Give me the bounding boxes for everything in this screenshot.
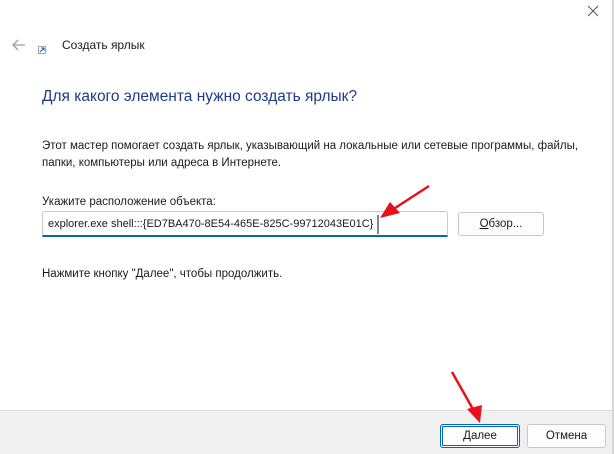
next-button-label: алее — [470, 430, 497, 442]
wizard-description: Этот мастер помогает создать ярлык, указ… — [42, 140, 579, 169]
wizard-header: Создать ярлык — [0, 30, 600, 60]
wizard-footer: Далее Отмена — [0, 410, 612, 454]
shortcut-wizard-icon — [38, 41, 48, 54]
browse-button[interactable]: Обзор... — [458, 212, 544, 236]
location-label: Укажите расположение объекта: — [42, 196, 216, 208]
continue-hint: Нажмите кнопку "Далее", чтобы продолжить… — [42, 268, 283, 280]
window-title: Создать ярлык — [62, 38, 145, 52]
create-shortcut-window: Создать ярлык Для какого элемента нужно … — [0, 0, 614, 454]
cancel-button[interactable]: Отмена — [527, 424, 606, 448]
next-button-accesskey: Д — [463, 430, 471, 442]
close-icon[interactable] — [586, 4, 600, 18]
location-input[interactable] — [42, 211, 448, 237]
browse-button-accesskey: О — [479, 218, 489, 230]
browse-button-label: бзор... — [488, 218, 523, 230]
next-button[interactable]: Далее — [440, 424, 520, 448]
page-heading: Для какого элемента нужно создать ярлык? — [42, 88, 358, 105]
arrow-left-icon[interactable] — [10, 36, 28, 54]
